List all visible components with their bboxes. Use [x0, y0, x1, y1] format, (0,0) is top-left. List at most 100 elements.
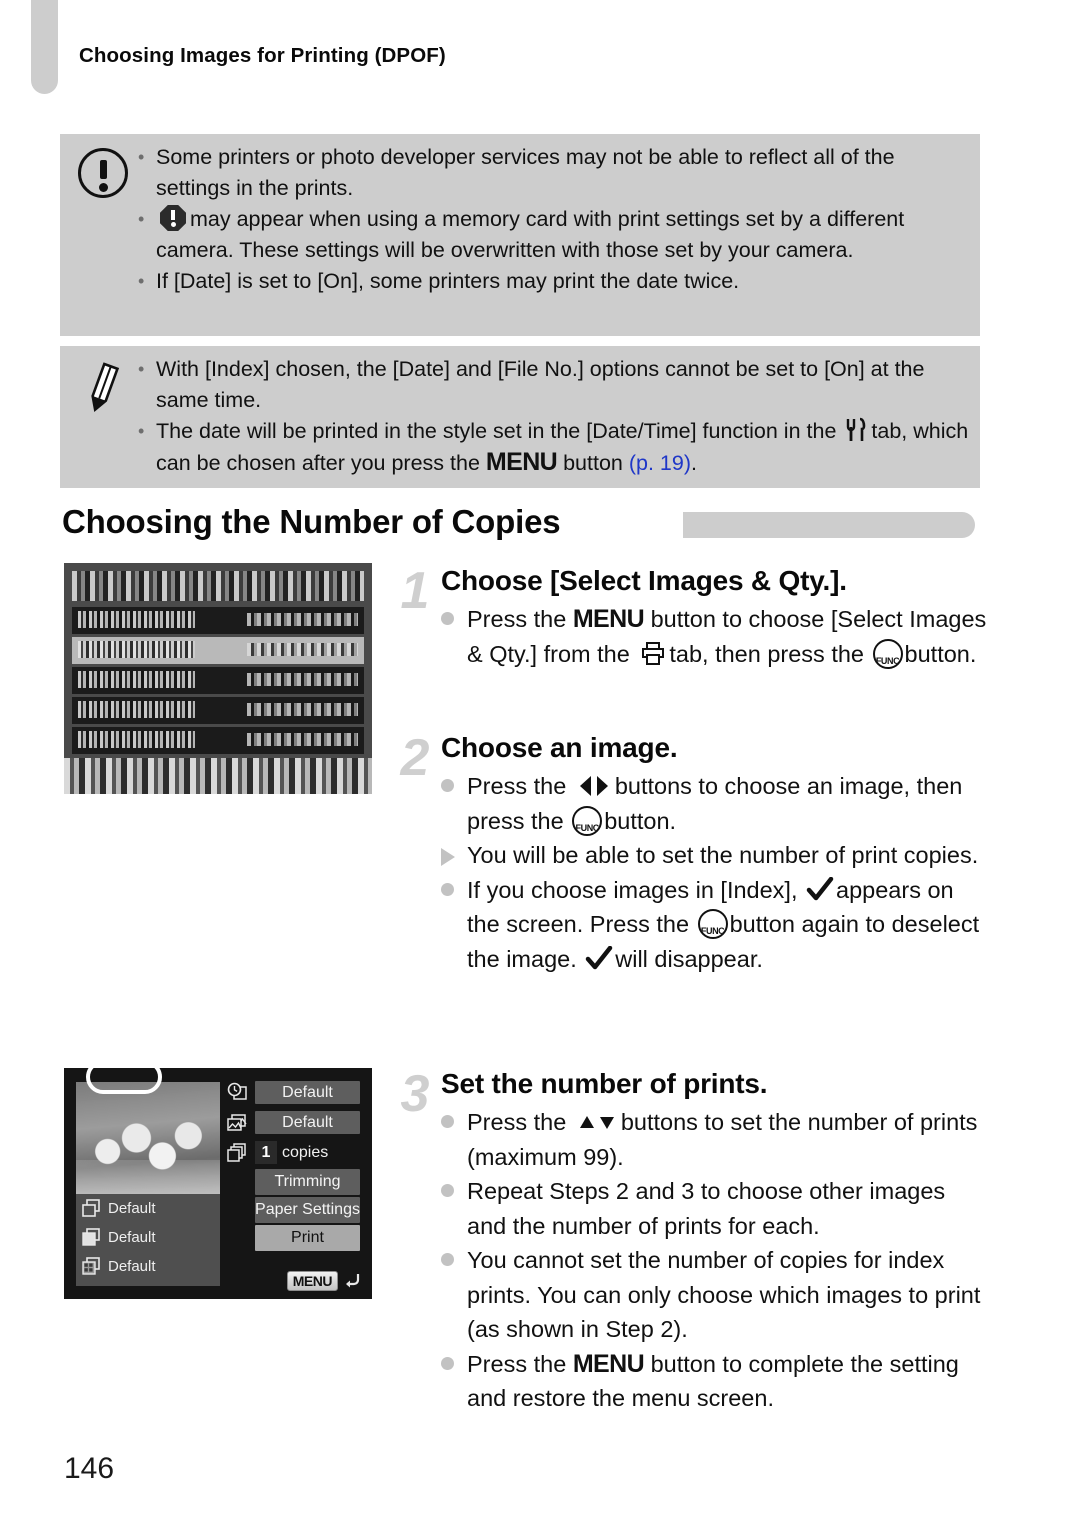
left-right-buttons-icon [577, 772, 611, 796]
checkmark-icon [586, 945, 613, 969]
paper-summary-label: Default [108, 1229, 156, 1246]
date-stamp-value[interactable]: Default [255, 1081, 360, 1104]
menu-row[interactable] [72, 727, 364, 754]
step-2-bullets: Press the buttons to choose an image, th… [441, 769, 988, 976]
step-bullet: Press the MENU button to choose [Select … [441, 602, 988, 671]
bullet-dot: • [138, 209, 145, 229]
paper-summary-row: Default [76, 1223, 220, 1252]
step-bullet: Repeat Steps 2 and 3 to choose other ima… [441, 1174, 988, 1243]
return-arrow-icon [346, 1274, 360, 1288]
note-bullet-1-text: With [Index] chosen, the [Date] and [Fil… [156, 357, 925, 412]
menu-row[interactable] [72, 637, 364, 664]
bullet-marker-round [441, 769, 467, 792]
step-3-bullets: Press the buttons to set the number of p… [441, 1105, 988, 1416]
step-2-bullet-2-text: You will be able to set the number of pr… [467, 842, 979, 868]
paper-summary-label: Default [108, 1200, 156, 1217]
paper-settings-button[interactable]: Paper Settings [255, 1197, 360, 1223]
step-bullet: You cannot set the number of copies for … [441, 1243, 988, 1347]
step-3-bullet-3-text: You cannot set the number of copies for … [467, 1247, 981, 1342]
step-3: 3 Set the number of prints. Press the bu… [393, 1066, 988, 1416]
warning-callout-body: • Some printers or photo developer servi… [138, 142, 970, 297]
dpof-menu-screen [64, 563, 372, 794]
step-2-title: Choose an image. [441, 732, 678, 763]
step-bullet: You will be able to set the number of pr… [441, 838, 988, 873]
note-bullet: • The date will be printed in the style … [138, 416, 970, 479]
t-p3: tab, then press the [669, 640, 864, 667]
t-p1: Press the [467, 1109, 567, 1135]
section-title-rule [683, 512, 975, 538]
warning-bullet: • may appear when using a memory card wi… [138, 204, 970, 266]
note-callout: • With [Index] chosen, the [Date] and [F… [60, 346, 980, 488]
print-settings-screen-figure: Default Default Default Default Default … [64, 1068, 372, 1299]
settings-tools-tab-icon [847, 417, 866, 441]
warning-bullet-text: Some printers or photo developer service… [156, 145, 895, 200]
step-1-bullet-1-text: Press the MENU button to choose [Select … [467, 602, 988, 671]
print-button[interactable]: Print [255, 1225, 360, 1251]
t-p1: Press the [467, 773, 567, 799]
bullet-marker-round [441, 1105, 467, 1128]
file-number-row[interactable]: Default [226, 1108, 360, 1137]
step-2-bullet-3-text: If you choose images in [Index], appears… [467, 873, 988, 977]
t-p1: Press the [467, 606, 567, 632]
page-layout-icon [82, 1257, 100, 1275]
note-callout-body: • With [Index] chosen, the [Date] and [F… [138, 354, 970, 479]
t-p4: will disappear. [615, 945, 763, 972]
copies-value[interactable]: 1 copies [255, 1141, 360, 1164]
file-number-value[interactable]: Default [255, 1111, 360, 1134]
t-p1: If you choose images in [Index], [467, 876, 798, 903]
note-bullet-2-end: . [691, 451, 697, 475]
file-no-icon [227, 1114, 247, 1131]
copies-unit-label: copies [282, 1143, 329, 1161]
print-settings-screen: Default Default Default Default Default … [64, 1068, 372, 1299]
selected-image-thumbnail [76, 1082, 220, 1194]
menu-row[interactable] [72, 607, 364, 634]
warning-bullet-text: may appear when using a memory card with… [156, 204, 970, 266]
pencil-icon-svg [91, 362, 120, 413]
trimming-button[interactable]: Trimming [255, 1169, 360, 1195]
warning-bullet: • Some printers or photo developer servi… [138, 142, 970, 204]
copies-count: 1 [255, 1141, 277, 1164]
bullet-marker-round [441, 873, 467, 896]
note-bullet: • With [Index] chosen, the [Date] and [F… [138, 354, 970, 416]
page-reference-link[interactable]: (p. 19) [629, 451, 691, 475]
section-title: Choosing the Number of Copies [62, 503, 561, 540]
menu-row[interactable] [72, 667, 364, 694]
paper-size-icon [82, 1199, 100, 1217]
step-bullet: Press the MENU button to complete the se… [441, 1347, 988, 1416]
warning-bullet-text: If [Date] is set to [On], some printers … [156, 269, 740, 293]
note-bullet-2-part3: button [563, 451, 623, 475]
date-stamp-row[interactable]: Default [226, 1078, 360, 1107]
paper-settings-summary: Default Default Default [76, 1194, 220, 1286]
exclamation-circle-icon [78, 148, 134, 204]
step-2-number: 2 [400, 729, 430, 787]
warning-bullet-2-text: may appear when using a memory card with… [156, 207, 905, 262]
pencil-icon [78, 360, 134, 416]
menu-row-list [72, 607, 364, 757]
copies-row[interactable]: 1 copies [226, 1138, 360, 1167]
menu-return-bar: MENU [286, 1271, 362, 1291]
menu-button-glyph: MENU [572, 1349, 645, 1378]
step-2: 2 Choose an image. Press the buttons to … [393, 730, 988, 976]
step-3-bullet-1-text: Press the buttons to set the number of p… [467, 1105, 988, 1174]
bullet-marker-triangle [441, 838, 467, 866]
menu-button-glyph: MENU [572, 605, 645, 633]
page-number: 146 [64, 1452, 115, 1485]
checkmark-icon [806, 876, 834, 900]
menu-badge[interactable]: MENU [286, 1271, 338, 1291]
bullet-dot: • [138, 359, 145, 379]
bullet-marker-round [441, 1174, 467, 1197]
step-bullet: Press the buttons to choose an image, th… [441, 769, 988, 838]
func-set-button-icon: FUNCSET [572, 805, 603, 836]
dpof-menu-screen-figure [64, 563, 372, 794]
copies-icon [227, 1143, 246, 1162]
menu-row[interactable] [72, 697, 364, 724]
date-stamp-icon [227, 1082, 247, 1100]
running-header: Choosing Images for Printing (DPOF) [79, 44, 446, 67]
bullet-dot: • [138, 271, 145, 291]
up-down-buttons-icon [577, 1107, 617, 1129]
print-tab-icon [642, 641, 665, 665]
paper-summary-label: Default [108, 1258, 156, 1275]
menu-tab-bar [72, 571, 364, 601]
step-bullet: If you choose images in [Index], appears… [441, 873, 988, 977]
paper-summary-row: Default [76, 1194, 220, 1223]
